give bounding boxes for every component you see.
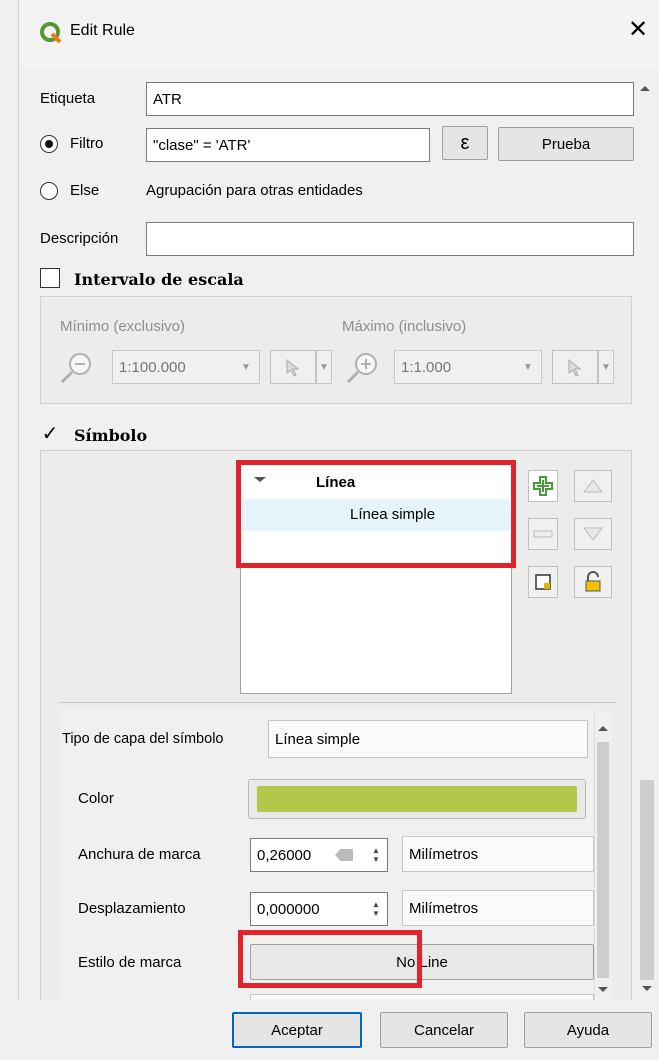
scale-max-label: Máximo (inclusivo) xyxy=(342,318,467,335)
scroll-up-icon[interactable] xyxy=(594,720,612,736)
unlock-icon xyxy=(585,571,601,592)
checkmark-icon: ✓ xyxy=(41,422,59,445)
scale-checkbox[interactable] xyxy=(40,268,60,288)
symbol-checkbox[interactable]: ✓ xyxy=(40,422,60,445)
anchura-label: Anchura de marca xyxy=(78,846,201,863)
etiqueta-label: Etiqueta xyxy=(40,90,96,107)
qgis-logo-icon xyxy=(40,22,62,44)
scale-title: Intervalo de escala xyxy=(74,270,244,289)
splitter[interactable] xyxy=(60,702,616,703)
tipo-label: Tipo de capa del símbolo xyxy=(62,731,224,747)
highlight-box xyxy=(238,930,422,988)
pointer-icon xyxy=(286,358,300,377)
pointer-icon xyxy=(568,358,582,377)
up-arrow-icon xyxy=(583,479,603,493)
help-button[interactable]: Ayuda xyxy=(524,1012,652,1048)
zoom-out-icon xyxy=(56,348,96,388)
else-description: Agrupación para otras entidades xyxy=(146,182,363,199)
expression-icon: ε xyxy=(460,131,470,154)
window-border xyxy=(18,68,19,1060)
window-title: Edit Rule xyxy=(70,22,135,39)
etiqueta-input[interactable]: ATR xyxy=(146,82,634,116)
set-current-scale-button[interactable] xyxy=(552,350,598,384)
desplazamiento-label: Desplazamiento xyxy=(78,900,186,917)
descripcion-label: Descripción xyxy=(40,230,119,247)
symbol-title: Símbolo xyxy=(74,426,148,445)
spinner-icon[interactable]: ▲ ▼ xyxy=(366,892,386,926)
accept-button[interactable]: Aceptar xyxy=(232,1012,362,1048)
duplicate-icon xyxy=(535,574,551,590)
filtro-input[interactable]: "clase" = 'ATR' xyxy=(146,128,430,162)
chevron-down-icon: ▼ xyxy=(523,361,533,373)
scroll-up-icon[interactable] xyxy=(636,78,654,98)
scroll-thumb[interactable] xyxy=(597,742,609,978)
scroll-down-icon[interactable] xyxy=(636,982,658,996)
close-icon[interactable]: ✕ xyxy=(628,18,648,42)
minus-icon xyxy=(533,530,553,538)
scale-min-value: 1:100.000 xyxy=(119,358,186,376)
clear-icon[interactable] xyxy=(335,849,353,861)
set-current-scale-button[interactable] xyxy=(270,350,316,384)
descripcion-input[interactable] xyxy=(146,222,634,256)
else-label: Else xyxy=(70,182,100,199)
add-layer-button[interactable] xyxy=(528,470,558,502)
color-button[interactable] xyxy=(248,779,586,819)
expression-button[interactable]: ε xyxy=(442,126,488,160)
color-swatch xyxy=(257,786,577,812)
anchura-value: 0,26000 xyxy=(257,846,312,864)
chevron-down-icon: ▼ xyxy=(241,361,251,373)
else-radio[interactable] xyxy=(40,182,58,200)
duplicate-layer-button[interactable] xyxy=(528,566,558,598)
anchura-unit-combo[interactable]: Milímetros xyxy=(402,836,594,872)
tipo-combo[interactable]: Línea simple xyxy=(268,720,588,758)
lock-button[interactable] xyxy=(574,566,612,598)
desplazamiento-unit-combo[interactable]: Milímetros xyxy=(402,890,594,926)
move-up-button[interactable] xyxy=(574,470,612,502)
remove-layer-button[interactable] xyxy=(528,518,558,550)
plus-icon xyxy=(533,476,553,496)
color-label: Color xyxy=(78,790,114,807)
chevron-down-icon[interactable]: ▼ xyxy=(316,350,332,384)
chevron-down-icon[interactable]: ▼ xyxy=(598,350,614,384)
dialog-scroll-thumb[interactable] xyxy=(640,780,654,980)
spinner-icon[interactable]: ▲ ▼ xyxy=(366,838,386,872)
prueba-button[interactable]: Prueba xyxy=(498,127,634,161)
highlight-box xyxy=(236,460,516,568)
scale-min-label: Mínimo (exclusivo) xyxy=(60,318,186,335)
zoom-in-icon xyxy=(342,348,382,388)
cancel-button[interactable]: Cancelar xyxy=(380,1012,508,1048)
move-down-button[interactable] xyxy=(574,518,612,550)
filtro-label: Filtro xyxy=(70,135,104,152)
estilo-label: Estilo de marca xyxy=(78,954,182,971)
scale-max-value: 1:1.000 xyxy=(401,358,452,376)
filtro-radio[interactable] xyxy=(40,135,58,153)
down-arrow-icon xyxy=(583,527,603,541)
scroll-down-icon[interactable] xyxy=(594,982,612,998)
